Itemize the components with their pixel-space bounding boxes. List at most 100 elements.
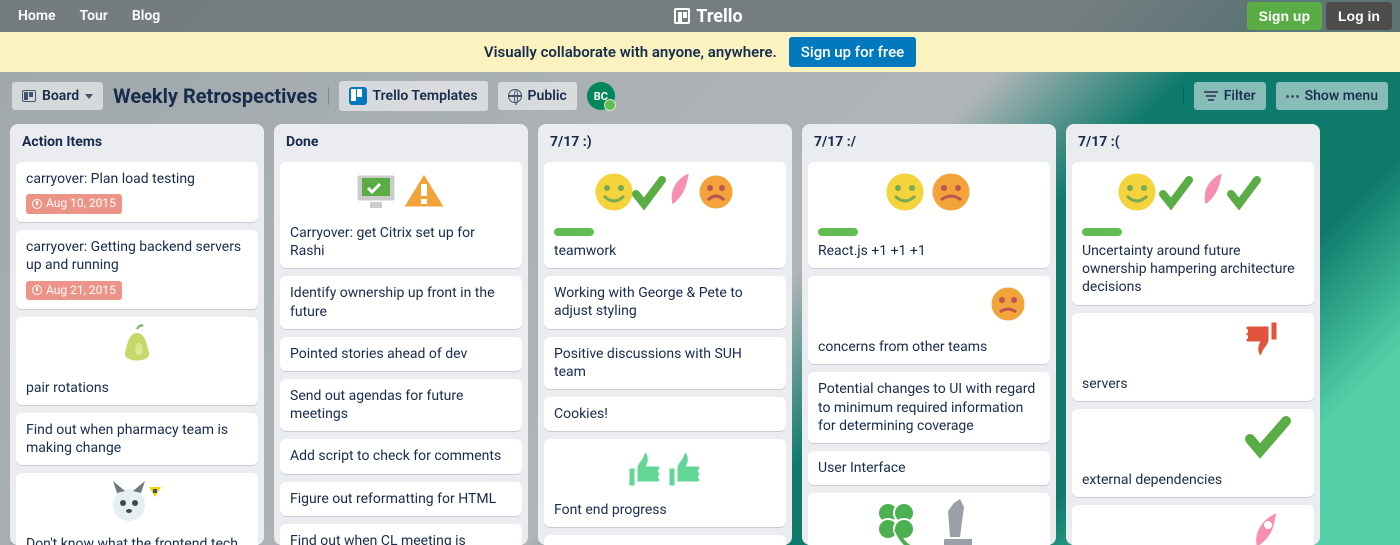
top-navigation: Home Tour Blog Trello Sign up Log in: [0, 0, 1400, 32]
list-title[interactable]: Done: [274, 124, 528, 154]
list-title[interactable]: 7/17 :/: [802, 124, 1056, 154]
card-label-green: [1082, 228, 1122, 236]
card[interactable]: Positive discussions with SUH team: [544, 337, 786, 389]
trello-icon: [674, 8, 690, 24]
frown-single-sticker: [808, 276, 1050, 332]
card[interactable]: Pointed stories ahead of dev: [280, 337, 522, 371]
card-text: Positive discussions with SUH team: [554, 345, 776, 381]
chevron-down-icon: [85, 94, 93, 99]
list-action-items: Action Items carryover: Plan load testin…: [10, 124, 264, 545]
filter-label: Filter: [1224, 88, 1256, 104]
member-avatar[interactable]: BC: [587, 82, 615, 110]
thumbs-down-sticker: [1072, 313, 1314, 369]
card[interactable]: Uncertainty around future ownership hamp…: [1072, 162, 1314, 305]
card[interactable]: me too / kitchen sink feature requests: [1072, 505, 1314, 545]
card[interactable]: Potential changes to UI with regard to m…: [808, 372, 1050, 443]
signup-button[interactable]: Sign up: [1247, 2, 1322, 30]
card-text: Pointed stories ahead of dev: [290, 345, 512, 363]
smiley-checks-rocket-sticker: [1072, 162, 1314, 222]
board-header: Board Weekly Retrospectives Trello Templ…: [0, 72, 1400, 120]
banner-cta-button[interactable]: Sign up for free: [789, 37, 916, 67]
card[interactable]: Send out agendas for future meetings: [280, 379, 522, 431]
card[interactable]: Identify ownership up front in the futur…: [280, 276, 522, 328]
card-text: Font end progress: [554, 501, 776, 519]
card[interactable]: Find out when CL meeting is: [280, 524, 522, 545]
card-text: User Interface: [818, 459, 1040, 477]
card-text: Uncertainty around future ownership hamp…: [1082, 242, 1304, 297]
list-title[interactable]: 7/17 :): [538, 124, 792, 154]
clock-icon: [32, 199, 42, 209]
nav-home[interactable]: Home: [8, 4, 66, 28]
promo-banner: Visually collaborate with anyone, anywhe…: [0, 32, 1400, 72]
card-text: pair rotations: [26, 379, 248, 397]
pear-sticker: [16, 317, 258, 373]
smiley-check-rocket-frown-sticker: [544, 162, 786, 222]
card[interactable]: concerns from other teams: [808, 276, 1050, 364]
card-text: Figure out reformatting for HTML: [290, 490, 512, 508]
card-text: carryover: Getting backend servers up an…: [26, 238, 248, 274]
card[interactable]: Don't know what the frontend tech stack …: [16, 473, 258, 545]
divider: [1183, 87, 1184, 105]
login-button[interactable]: Log in: [1326, 2, 1392, 30]
banner-tagline: Visually collaborate with anyone, anywhe…: [484, 43, 777, 61]
card[interactable]: Carryover: get Citrix set up for Rashi: [280, 162, 522, 268]
nav-tour[interactable]: Tour: [70, 4, 118, 28]
filter-icon: [1204, 91, 1218, 101]
board-canvas: Action Items carryover: Plan load testin…: [0, 120, 1400, 545]
card[interactable]: politics: [808, 493, 1050, 545]
filter-button[interactable]: Filter: [1194, 82, 1266, 110]
card[interactable]: external dependencies: [1072, 409, 1314, 497]
card-text: React.js +1 +1 +1: [818, 242, 1040, 260]
card[interactable]: carryover: Getting backend servers up an…: [16, 230, 258, 308]
card[interactable]: pair rotations: [16, 317, 258, 405]
card[interactable]: teamwork: [544, 162, 786, 268]
card-text: Find out when CL meeting is: [290, 532, 512, 545]
card[interactable]: Alternating 7-4/8-5: [544, 535, 786, 545]
globe-icon: [508, 89, 522, 103]
templates-button[interactable]: Trello Templates: [339, 81, 488, 111]
card-text: carryover: Plan load testing: [26, 170, 248, 188]
rocket-single-sticker: [1072, 505, 1314, 545]
due-badge: Aug 10, 2015: [26, 194, 122, 214]
visibility-label: Public: [528, 88, 567, 104]
card-text: servers: [1082, 375, 1304, 393]
list-717-happy: 7/17 :) teamwork Working with George & P…: [538, 124, 792, 545]
templates-label: Trello Templates: [373, 88, 478, 104]
card-label-green: [818, 228, 858, 236]
check-single-sticker: [1072, 409, 1314, 465]
card-text: Add script to check for comments: [290, 447, 512, 465]
template-icon: [349, 87, 367, 105]
board-title[interactable]: Weekly Retrospectives: [113, 84, 317, 108]
view-switcher-label: Board: [42, 88, 79, 104]
card[interactable]: User Interface: [808, 451, 1050, 485]
card[interactable]: Cookies!: [544, 397, 786, 431]
card-text: Find out when pharmacy team is making ch…: [26, 421, 248, 457]
list-717-sad: 7/17 :( Uncertainty around future owners…: [1066, 124, 1320, 545]
card[interactable]: Font end progress: [544, 439, 786, 527]
card-text: Carryover: get Citrix set up for Rashi: [290, 224, 512, 260]
card[interactable]: React.js +1 +1 +1: [808, 162, 1050, 268]
card[interactable]: Working with George & Pete to adjust sty…: [544, 276, 786, 328]
nav-blog[interactable]: Blog: [122, 4, 170, 28]
show-menu-button[interactable]: Show menu: [1276, 82, 1388, 110]
list-done: Done Carryover: get Citrix set up for Ra…: [274, 124, 528, 545]
clock-icon: [32, 285, 42, 295]
list-717-meh: 7/17 :/ React.js +1 +1 +1 concerns from …: [802, 124, 1056, 545]
list-title[interactable]: 7/17 :(: [1066, 124, 1320, 154]
card[interactable]: Add script to check for comments: [280, 439, 522, 473]
smiley-frown-sticker: [808, 162, 1050, 222]
view-switcher[interactable]: Board: [12, 82, 103, 110]
card-text: external dependencies: [1082, 471, 1304, 489]
show-menu-label: Show menu: [1305, 88, 1378, 104]
due-badge: Aug 21, 2015: [26, 281, 122, 301]
card[interactable]: Figure out reformatting for HTML: [280, 482, 522, 516]
list-title[interactable]: Action Items: [10, 124, 264, 154]
card-text: concerns from other teams: [818, 338, 1040, 356]
visibility-button[interactable]: Public: [498, 82, 577, 110]
brand-logo[interactable]: Trello: [170, 6, 1246, 27]
card[interactable]: servers: [1072, 313, 1314, 401]
card[interactable]: carryover: Plan load testing Aug 10, 201…: [16, 162, 258, 222]
card-text: Potential changes to UI with regard to m…: [818, 380, 1040, 435]
thumbs-up-double-sticker: [544, 439, 786, 495]
card[interactable]: Find out when pharmacy team is making ch…: [16, 413, 258, 465]
